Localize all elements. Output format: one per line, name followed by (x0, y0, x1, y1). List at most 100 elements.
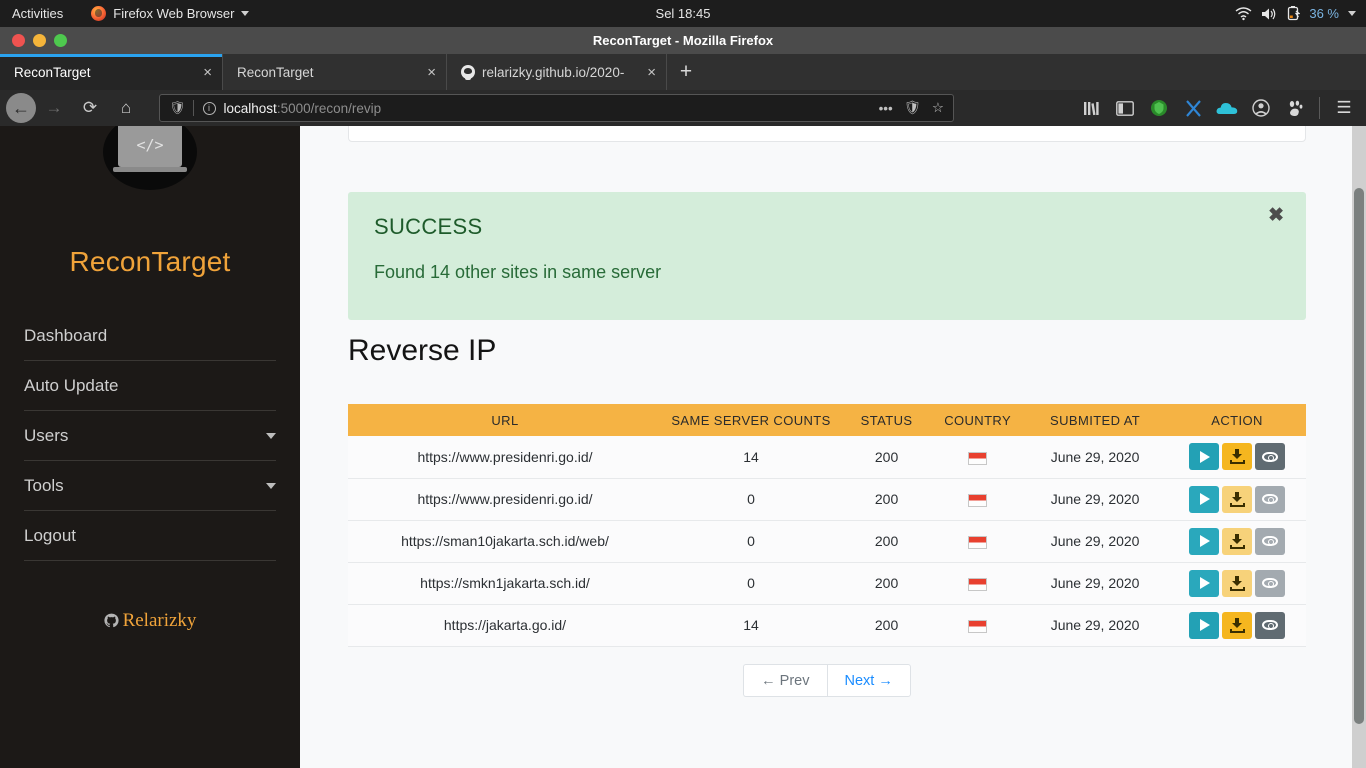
reload-button[interactable]: ⟳ (72, 90, 108, 126)
cell-status: 200 (840, 436, 934, 479)
cell-country (933, 436, 1023, 479)
close-tab-icon[interactable]: × (189, 64, 212, 81)
view-button[interactable] (1255, 569, 1286, 597)
library-icon[interactable] (1077, 93, 1105, 123)
gnome-extension-icon[interactable] (1281, 93, 1309, 123)
browser-tab-3[interactable]: relarizky.github.io/2020- × (447, 54, 667, 90)
eye-icon (1262, 451, 1279, 462)
close-alert-icon[interactable]: ✖ (1268, 206, 1284, 225)
view-button[interactable] (1255, 443, 1286, 471)
cell-date: June 29, 2020 (1022, 478, 1169, 521)
table-row[interactable]: https://www.presidenri.go.id/ 14 200 Jun… (348, 436, 1306, 479)
close-tab-icon[interactable]: × (633, 64, 656, 81)
sidebar-item-label: Users (24, 425, 69, 445)
url-bar[interactable]: 🛡 i localhost:5000/recon/revip ••• 🛡 ☆ (159, 94, 954, 122)
download-button[interactable] (1222, 485, 1253, 513)
prev-page-button[interactable]: ← Prev (743, 664, 827, 697)
alert-title: SUCCESS (374, 214, 483, 239)
browser-tab-1[interactable]: ReconTarget × (0, 54, 223, 90)
sidebar-item-label: Tools (24, 475, 64, 495)
cell-status: 200 (840, 604, 934, 647)
new-tab-button[interactable]: + (667, 54, 705, 90)
navigation-toolbar: ← → ⟳ ⌂ 🛡 i localhost:5000/recon/revip •… (0, 90, 1366, 126)
play-button[interactable] (1189, 611, 1220, 639)
download-button[interactable] (1222, 443, 1253, 471)
site-info-icon[interactable]: i (202, 101, 216, 115)
browser-tab-2[interactable]: ReconTarget × (223, 54, 447, 90)
sidebar-item-label: Auto Update (24, 375, 119, 395)
table-row[interactable]: https://www.presidenri.go.id/ 0 200 June… (348, 478, 1306, 521)
x-extension-icon[interactable] (1179, 93, 1207, 123)
indonesia-flag-icon (968, 535, 988, 549)
cell-status: 200 (840, 478, 934, 521)
shield-extension-icon[interactable] (1145, 93, 1173, 123)
chevron-down-icon (266, 432, 276, 439)
cell-actions (1168, 436, 1306, 479)
sidebar-item-tools[interactable]: Tools (24, 461, 276, 511)
cell-actions (1168, 604, 1306, 647)
download-button[interactable] (1222, 527, 1253, 555)
cloud-icon[interactable] (1213, 93, 1241, 123)
page-title: Reverse IP (348, 334, 497, 367)
column-header-action: ACTION (1168, 404, 1306, 436)
cell-country (933, 520, 1023, 563)
column-header-counts: SAME SERVER COUNTS (661, 404, 841, 436)
app-menu-button[interactable]: Firefox Web Browser (77, 6, 250, 21)
sidebar-item-auto-update[interactable]: Auto Update (24, 361, 276, 411)
author-link[interactable]: Relarizky (0, 610, 300, 632)
pocket-icon[interactable]: 🛡 (904, 100, 921, 116)
bookmark-star-icon[interactable]: ☆ (932, 100, 944, 116)
sidebar-brand: ReconTarget (69, 246, 231, 277)
vertical-scrollbar[interactable] (1352, 126, 1366, 768)
column-header-date: SUBMITED AT (1022, 404, 1169, 436)
chevron-down-icon (266, 482, 276, 489)
download-button[interactable] (1222, 611, 1253, 639)
close-tab-icon[interactable]: × (413, 64, 436, 81)
cell-url: https://smkn1jakarta.sch.id/ (348, 562, 662, 605)
table-row[interactable]: https://sman10jakarta.sch.id/web/ 0 200 … (348, 520, 1306, 563)
system-tray[interactable]: 36 % (1235, 0, 1356, 27)
volume-icon (1262, 8, 1276, 19)
tracking-protection-icon[interactable]: 🛡 (166, 100, 194, 116)
github-icon (103, 613, 119, 628)
cell-counts: 0 (661, 478, 841, 521)
sidebar-item-logout[interactable]: Logout (24, 511, 276, 561)
cell-url: https://www.presidenri.go.id/ (348, 478, 662, 521)
cell-country (933, 562, 1023, 605)
url-path: :5000/recon/revip (276, 100, 382, 116)
play-button[interactable] (1189, 527, 1220, 555)
table-row[interactable]: https://jakarta.go.id/ 14 200 June 29, 2… (348, 604, 1306, 647)
play-icon (1200, 450, 1211, 463)
sidebar-item-label: Dashboard (24, 325, 108, 345)
download-icon (1229, 491, 1245, 507)
sidebar-icon[interactable] (1111, 93, 1139, 123)
sidebar-item-dashboard[interactable]: Dashboard (24, 311, 276, 361)
view-button[interactable] (1255, 611, 1286, 639)
chevron-down-icon[interactable] (1348, 11, 1356, 16)
tab-label: relarizky.github.io/2020- (482, 64, 625, 80)
account-icon[interactable] (1247, 93, 1275, 123)
page-actions-icon[interactable]: ••• (879, 101, 893, 116)
battery-percent: 36 % (1309, 6, 1339, 21)
play-button[interactable] (1189, 485, 1220, 513)
back-button[interactable]: ← (6, 93, 36, 123)
indonesia-flag-icon (968, 577, 988, 591)
download-icon (1229, 575, 1245, 591)
hamburger-menu-icon[interactable]: ☰ (1330, 93, 1358, 123)
activities-button[interactable]: Activities (0, 6, 77, 21)
view-button[interactable] (1255, 527, 1286, 555)
home-button[interactable]: ⌂ (108, 90, 144, 126)
play-icon (1200, 577, 1211, 589)
download-button[interactable] (1222, 569, 1253, 597)
cell-actions (1168, 520, 1306, 563)
view-button[interactable] (1255, 485, 1286, 513)
play-button[interactable] (1189, 443, 1220, 471)
play-button[interactable] (1189, 569, 1220, 597)
scrollbar-thumb[interactable] (1354, 188, 1364, 724)
next-page-button[interactable]: Next → (826, 664, 911, 697)
forward-button[interactable]: → (36, 90, 72, 126)
table-row[interactable]: https://smkn1jakarta.sch.id/ 0 200 June … (348, 562, 1306, 605)
app-sidebar: </> ReconTarget Dashboard Auto Update Us… (0, 126, 300, 768)
svg-text:</>: </> (136, 136, 163, 154)
sidebar-item-users[interactable]: Users (24, 411, 276, 461)
